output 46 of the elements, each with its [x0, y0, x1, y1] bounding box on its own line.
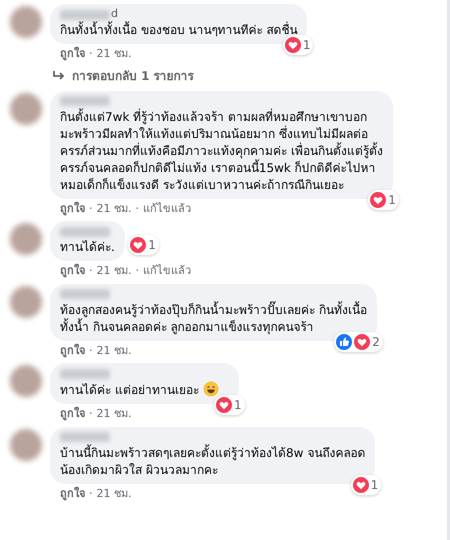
like-link[interactable]: ถูกใจ — [60, 46, 85, 62]
comment-text: ทานได้ค่ะ. — [60, 239, 115, 256]
like-link[interactable]: ถูกใจ — [60, 486, 85, 502]
separator-dot: · — [89, 486, 92, 502]
grin-emoji-icon — [202, 381, 219, 397]
blurred-name — [60, 289, 110, 299]
like-link[interactable]: ถูกใจ — [60, 263, 85, 280]
timestamp: 21 ชม. — [96, 406, 132, 422]
timestamp: 21 ชม. — [96, 200, 132, 216]
separator-dot: · — [136, 200, 139, 216]
timestamp: 21 ชม. — [96, 263, 132, 279]
like-icon — [336, 334, 352, 350]
avatar — [10, 6, 42, 38]
reaction-count: 1 — [368, 190, 399, 210]
blurred-name — [60, 226, 110, 236]
separator-dot: · — [89, 342, 92, 358]
reaction-count: 2 — [334, 332, 383, 352]
view-replies-link[interactable]: การตอบกลับ 1 รายการ — [4, 66, 194, 84]
name-text: d — [111, 6, 118, 21]
edited-label: แก้ไขแล้ว — [143, 200, 191, 216]
avatar — [10, 92, 42, 124]
separator-dot: · — [136, 263, 139, 279]
reaction-count: 1 — [214, 395, 245, 415]
timestamp: 21 ชม. — [96, 46, 132, 62]
timestamp: 21 ชม. — [96, 342, 132, 358]
separator-dot: · — [89, 406, 92, 422]
like-link[interactable]: ถูกใจ — [60, 406, 85, 422]
blurred-name — [60, 432, 110, 442]
like-link[interactable]: ถูกใจ — [60, 200, 85, 217]
separator-dot: · — [89, 200, 92, 216]
reaction-count: 1 — [128, 235, 159, 255]
reaction-count: 1 — [350, 474, 382, 494]
like-link[interactable]: ถูกใจ — [60, 342, 85, 359]
avatar — [10, 286, 42, 318]
blurred-name — [60, 96, 110, 106]
blurred-name — [60, 10, 110, 20]
separator-dot: · — [89, 263, 92, 279]
avatar — [10, 428, 42, 460]
reply-arrow-icon — [52, 70, 66, 82]
timestamp: 21 ชม. — [96, 486, 132, 502]
blurred-name — [60, 368, 110, 378]
edited-label: แก้ไขแล้ว — [143, 263, 191, 279]
avatar — [10, 365, 42, 397]
separator-dot: · — [89, 46, 92, 62]
avatar — [10, 223, 42, 255]
reaction-count: 1 — [282, 35, 314, 55]
